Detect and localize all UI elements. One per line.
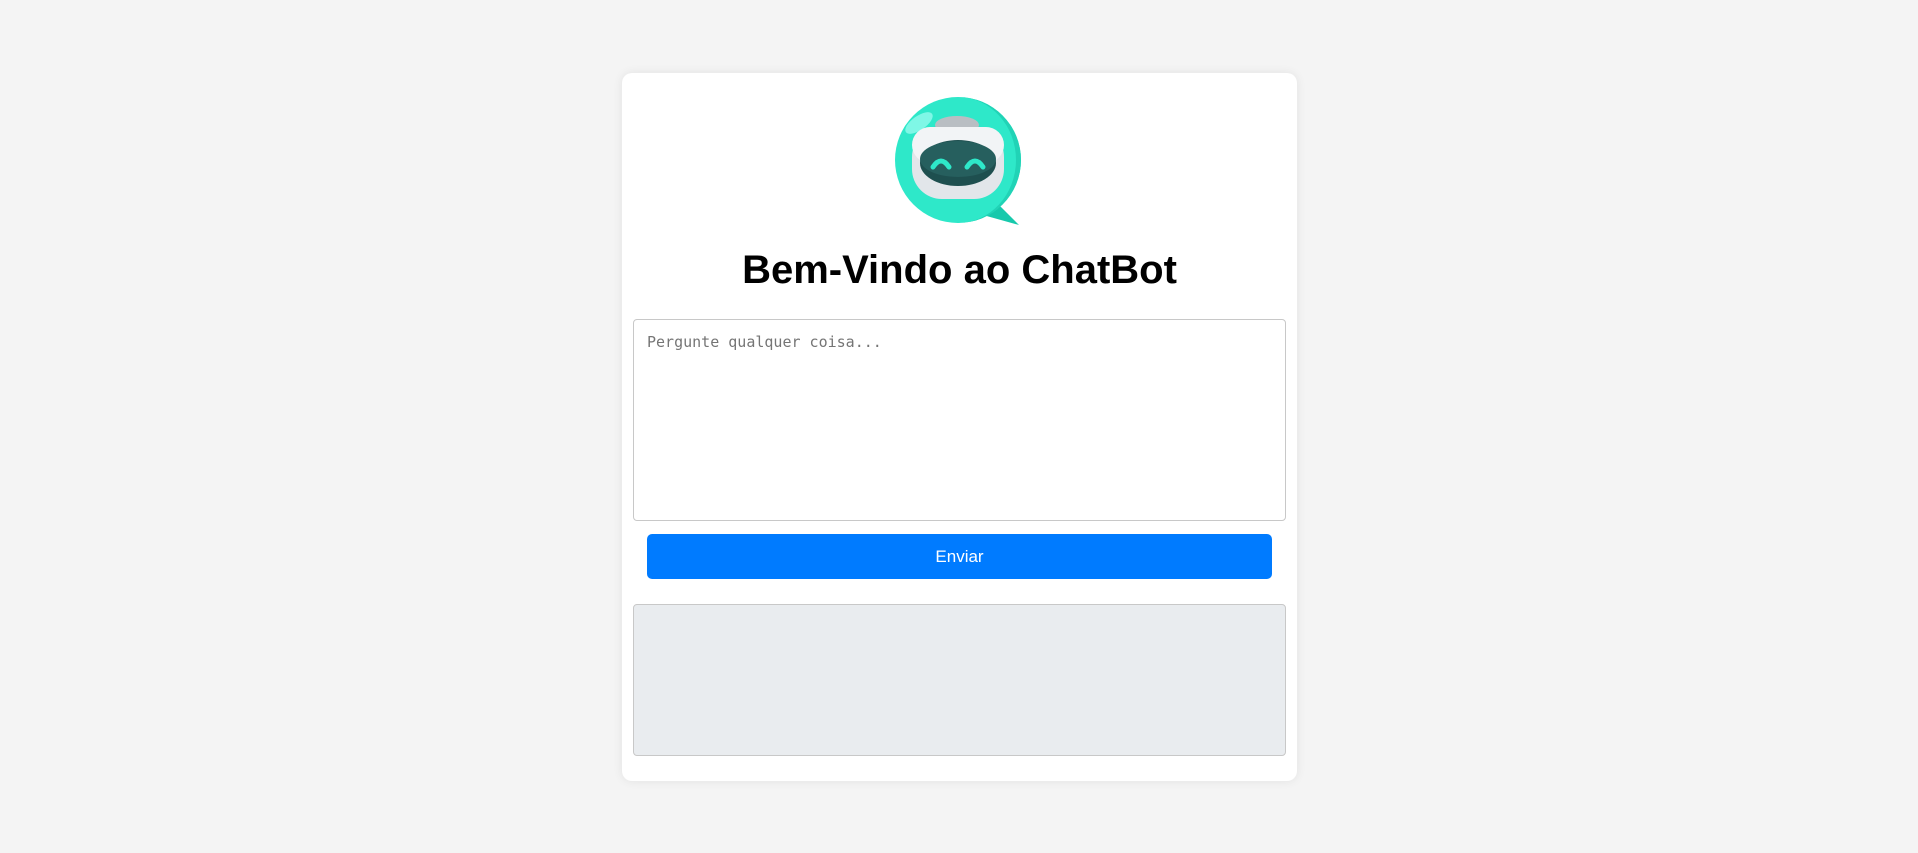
- send-button[interactable]: Enviar: [647, 534, 1272, 579]
- response-box: [633, 604, 1286, 756]
- chat-card: Bem-Vindo ao ChatBot Enviar: [622, 73, 1297, 781]
- robot-chat-bubble-icon: [895, 97, 1021, 225]
- question-input[interactable]: [633, 319, 1286, 521]
- page-title: Bem-Vindo ao ChatBot: [742, 248, 1177, 292]
